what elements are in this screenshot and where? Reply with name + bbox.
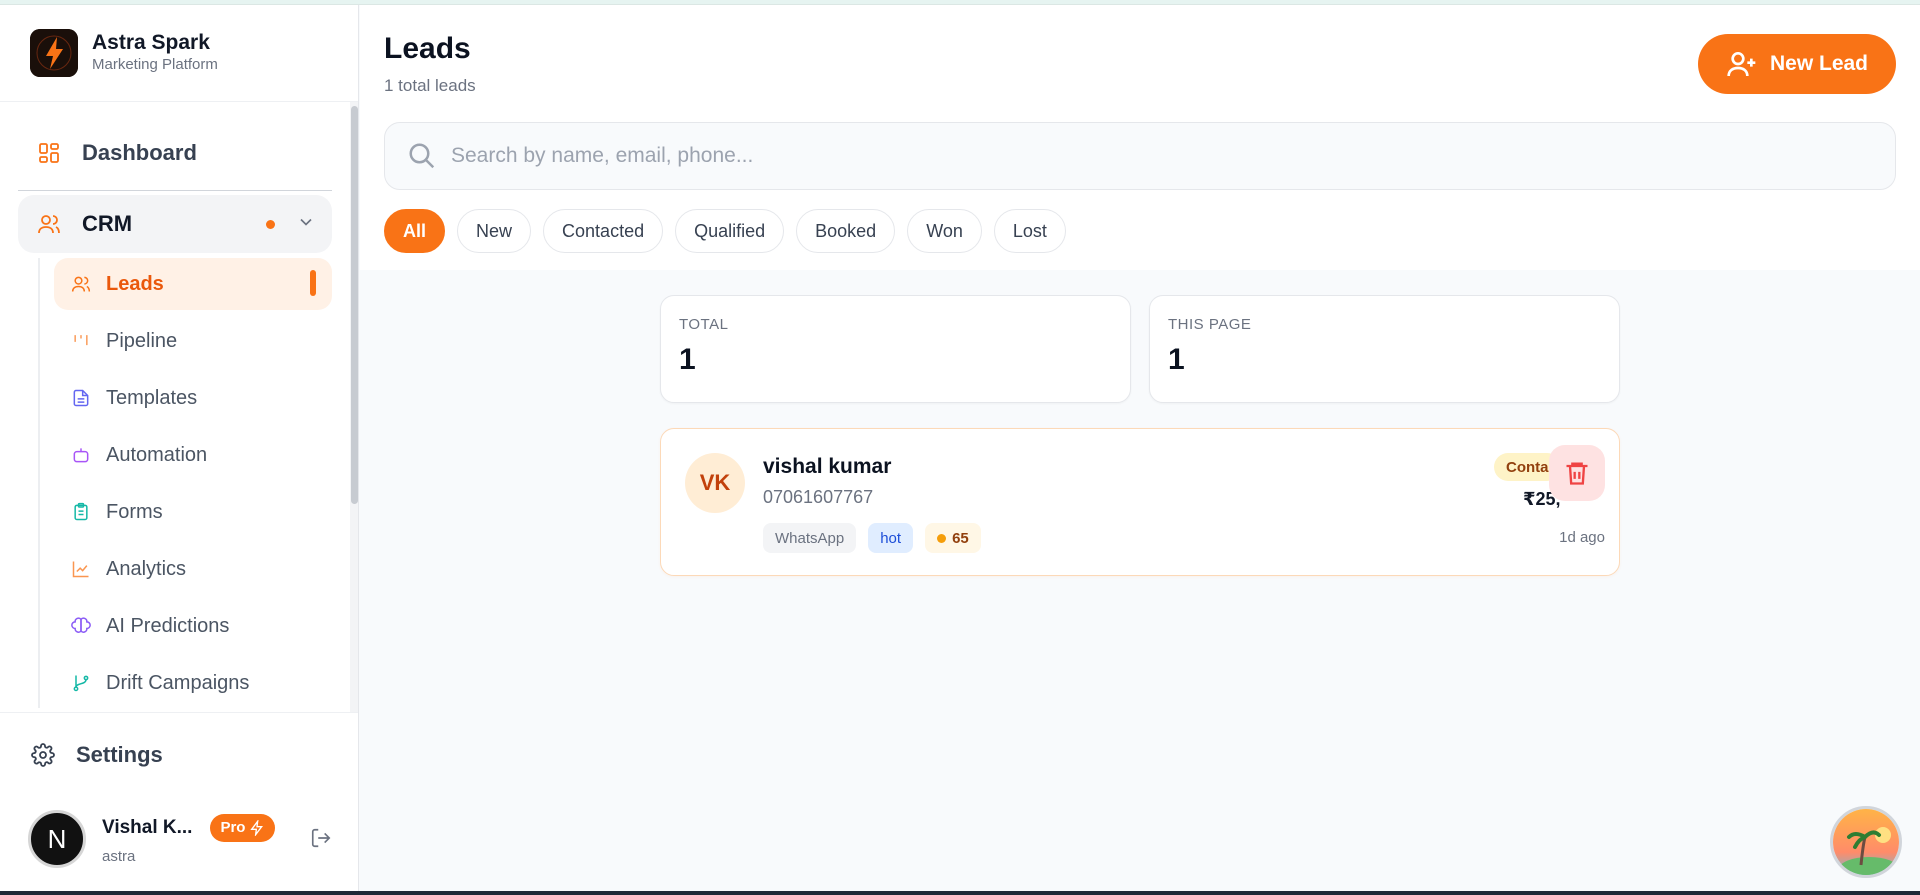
score-dot [937, 533, 947, 543]
divider [18, 190, 332, 191]
sidebar-item-label: Forms [106, 500, 163, 523]
nav-dashboard[interactable]: Dashboard [18, 124, 332, 182]
file-text-icon [70, 387, 92, 409]
zap-icon [250, 819, 264, 836]
pro-badge-label: Pro [220, 819, 246, 836]
sidebar-item-label: Analytics [106, 557, 187, 580]
users-icon [36, 211, 62, 237]
brand-subtitle: Marketing Platform [92, 56, 218, 73]
line-chart-icon [70, 558, 92, 580]
new-lead-button[interactable]: New Lead [1698, 34, 1896, 94]
filter-contacted[interactable]: Contacted [543, 209, 664, 253]
lead-phone: 07061607767 [763, 487, 874, 507]
filter-won[interactable]: Won [907, 209, 982, 253]
lead-score-tag: 65 [925, 523, 981, 553]
new-lead-label: New Lead [1769, 52, 1869, 75]
sidebar-item-pipeline[interactable]: Pipeline [54, 315, 332, 367]
lead-card[interactable]: VK vishal kumar 07061607767 WhatsApp hot… [660, 428, 1620, 576]
chevron-down-icon[interactable] [296, 212, 316, 238]
filter-qualified[interactable]: Qualified [675, 209, 785, 253]
brand-name: Astra Spark [92, 31, 210, 54]
stat-value: 1 [679, 343, 696, 376]
bot-icon [70, 444, 92, 466]
nav-dashboard-label: Dashboard [82, 140, 197, 165]
stat-card-this-page: THIS PAGE 1 [1149, 295, 1620, 403]
stat-label: TOTAL [679, 316, 729, 333]
user-role: astra [102, 847, 136, 865]
nav-crm-label: CRM [82, 211, 133, 236]
status-filters: All New Contacted Qualified Booked Won L… [384, 209, 1066, 253]
filter-all[interactable]: All [384, 209, 446, 253]
user-name: Vishal K... [102, 816, 193, 838]
brand-logo [30, 29, 78, 77]
lead-avatar: VK [685, 453, 745, 513]
pro-badge: Pro [210, 813, 276, 842]
sidebar-item-label: Pipeline [106, 329, 178, 352]
sidebar-item-forms[interactable]: Forms [54, 486, 332, 538]
lead-temperature-tag: hot [868, 523, 914, 553]
sidebar-item-label: Leads [106, 272, 164, 295]
notification-dot [266, 220, 275, 229]
filter-lost[interactable]: Lost [993, 209, 1066, 253]
search-input[interactable] [451, 144, 1751, 168]
stat-value: 1 [1168, 343, 1185, 376]
sidebar: Astra Spark Marketing Platform Dashboard… [0, 5, 359, 895]
user-profile[interactable]: N Vishal K... Pro astra [28, 810, 276, 868]
nav-settings-label: Settings [76, 742, 163, 767]
taskbar-edge [0, 891, 1920, 895]
sidebar-item-drift-campaigns[interactable]: Drift Campaigns [54, 657, 332, 709]
sidebar-item-ai-predictions[interactable]: AI Predictions [54, 600, 332, 652]
gear-icon [30, 742, 56, 768]
lead-name: vishal kumar [763, 455, 892, 478]
lead-source-tag: WhatsApp [763, 523, 857, 553]
nav-scroll-area: Dashboard CRM Leads Pipeline Templates A… [0, 102, 358, 712]
brand[interactable]: Astra Spark Marketing Platform [30, 29, 218, 77]
submenu-guide-line [38, 258, 40, 708]
page-title: Leads [384, 32, 471, 65]
search-icon [409, 143, 435, 169]
assistant-avatar-button[interactable] [1830, 806, 1902, 878]
filter-new[interactable]: New [457, 209, 532, 253]
brain-icon [70, 615, 92, 637]
sidebar-item-label: AI Predictions [106, 614, 230, 637]
sidebar-item-automation[interactable]: Automation [54, 429, 332, 481]
sidebar-item-leads[interactable]: Leads [54, 258, 332, 310]
page-subtitle: 1 total leads [384, 76, 476, 95]
logout-icon[interactable] [310, 827, 332, 854]
sidebar-item-label: Automation [106, 443, 208, 466]
user-plus-icon [1727, 52, 1756, 77]
filter-booked[interactable]: Booked [796, 209, 896, 253]
sidebar-item-label: Templates [106, 386, 198, 409]
nav-crm[interactable]: CRM [18, 195, 332, 253]
nav-settings[interactable]: Settings [30, 735, 163, 775]
lead-score: 65 [952, 529, 969, 547]
sidebar-item-templates[interactable]: Templates [54, 372, 332, 424]
pipeline-icon [70, 330, 92, 352]
stat-card-total: TOTAL 1 [660, 295, 1131, 403]
search-bar[interactable] [384, 122, 1896, 190]
clipboard-icon [70, 501, 92, 523]
scrollbar-thumb[interactable] [351, 106, 358, 504]
sidebar-item-label: Drift Campaigns [106, 671, 250, 694]
divider [0, 712, 358, 713]
avatar: N [28, 810, 86, 868]
active-indicator [310, 270, 316, 296]
delete-button[interactable] [1549, 445, 1605, 501]
git-branch-icon [70, 672, 92, 694]
layout-grid-icon [36, 140, 62, 166]
users-icon [70, 273, 92, 295]
trash-icon [1566, 462, 1588, 485]
stat-label: THIS PAGE [1168, 316, 1252, 333]
sidebar-item-analytics[interactable]: Analytics [54, 543, 332, 595]
lead-time-ago: 1d ago [1559, 529, 1605, 546]
